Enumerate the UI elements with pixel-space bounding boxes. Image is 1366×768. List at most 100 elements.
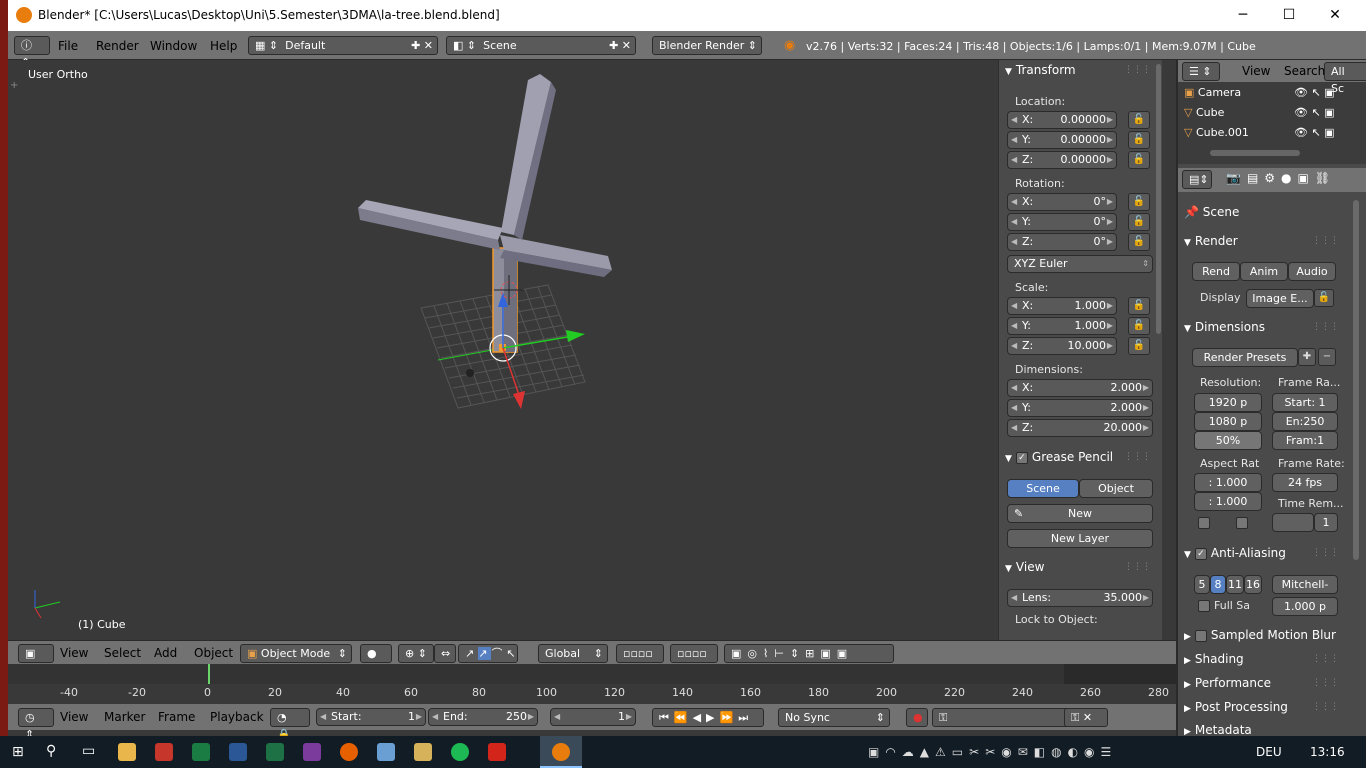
lock-icon[interactable]: 🔓 [1128, 337, 1150, 355]
aa-samples-5[interactable]: 5 [1194, 575, 1210, 594]
outliner-search-menu[interactable]: Search [1284, 64, 1325, 78]
shading-header[interactable]: ▶ Shading ⋮⋮⋮ [1184, 649, 1339, 669]
timeline-frame-menu[interactable]: Frame [158, 710, 195, 724]
add-preset-icon[interactable]: ✚ [1298, 348, 1316, 366]
blender-taskbar-icon[interactable] [540, 736, 582, 768]
timeline-marker-menu[interactable]: Marker [104, 710, 145, 724]
viewport-type-icon[interactable]: ▣ ⇕ [18, 644, 54, 677]
location-x-field[interactable]: ◀ X: 0.00000 ▶ [1007, 111, 1117, 129]
start-frame-field[interactable]: ◀ Start: 1 ▶ [316, 708, 426, 726]
layers-grid-2[interactable]: ▫▫▫▫ [670, 644, 718, 663]
dimensions-y-field[interactable]: ◀ Y: 2.000 ▶ [1007, 399, 1153, 417]
location-y-field[interactable]: ◀ Y: 0.00000 ▶ [1007, 131, 1117, 149]
outliner-item-cube[interactable]: ▽ Cube 👁 ↖ ▣ [1184, 103, 1364, 123]
firefox-icon[interactable] [340, 743, 358, 761]
language-indicator[interactable]: DEU [1256, 745, 1282, 759]
menu-file[interactable]: File [58, 39, 78, 53]
aa-samples-8[interactable]: 8 [1210, 575, 1226, 594]
onenote-icon[interactable] [303, 743, 321, 761]
start-icon[interactable]: ⊞ [12, 744, 24, 760]
lock-icon[interactable]: 🔓 [1128, 131, 1150, 149]
3d-viewport[interactable]: User Ortho + (1) Cube [8, 60, 998, 640]
time-remap-old-field[interactable] [1272, 513, 1314, 532]
mode-select[interactable]: ▣ Object Mode ⇕ [240, 644, 352, 663]
grease-pencil-header[interactable]: ▼ ✓ Grease Pencil ⋮⋮⋮ [999, 447, 1162, 469]
anti-aliasing-section-header[interactable]: ▼ ✓ Anti-Aliasing ⋮⋮⋮ [1184, 543, 1339, 563]
outliner-item-cube001[interactable]: ▽ Cube.001 👁 ↖ ▣ [1184, 123, 1364, 143]
layers-grid-1[interactable]: ▫▫▫▫ [616, 644, 664, 663]
crop-checkbox[interactable] [1236, 517, 1248, 529]
app-icon[interactable] [414, 743, 432, 761]
location-z-field[interactable]: ◀ Z: 0.00000 ▶ [1007, 151, 1117, 169]
render-engine-select[interactable]: Blender Render ⇕ [652, 36, 762, 55]
lock-icon[interactable]: 🔓 [1128, 317, 1150, 335]
rotation-z-field[interactable]: ◀ Z: 0° ▶ [1007, 233, 1117, 251]
viewport-select-menu[interactable]: Select [104, 646, 141, 660]
properties-scrollbar[interactable] [1353, 200, 1359, 560]
lock-icon[interactable]: 🔓 [1128, 213, 1150, 231]
frame-step-field[interactable]: Fram:1 [1272, 431, 1338, 450]
frame-end-field[interactable]: En:250 [1272, 412, 1338, 431]
resolution-x-field[interactable]: 1920 p [1194, 393, 1262, 412]
keying-set-field[interactable]: ⚿ [932, 708, 1072, 727]
layout-select[interactable]: ▦ ⇕ Default ✚ ✕ [248, 36, 438, 55]
editor-type-icon[interactable]: ⓘ ⇕ [14, 36, 50, 69]
aa-filter-select[interactable]: Mitchell- [1272, 575, 1338, 594]
lens-field[interactable]: ◀ Lens: 35.000 ▶ [1007, 589, 1153, 607]
timeline-view-menu[interactable]: View [60, 710, 88, 724]
orientation-select[interactable]: Global ⇕ [538, 644, 608, 663]
lock-icon[interactable]: 🔓 [1128, 297, 1150, 315]
scene-select[interactable]: ◧ ⇕ Scene ✚ ✕ [446, 36, 636, 55]
system-tray-icons[interactable]: ▣◠☁▲⚠▭✂✂◉✉◧◍◐◉☰ [868, 745, 1117, 759]
shading-select[interactable]: ● ⇕ [360, 644, 392, 677]
spotify-icon[interactable] [451, 743, 469, 761]
viewport-add-menu[interactable]: Add [154, 646, 177, 660]
playback-controls[interactable]: ⏮⏪◀▶⏩⏭ [652, 708, 764, 727]
lock-icon[interactable]: 🔓 [1128, 111, 1150, 129]
scale-x-field[interactable]: ◀ X: 1.000 ▶ [1007, 297, 1117, 315]
aa-filter-size-field[interactable]: 1.000 p [1272, 597, 1338, 616]
manipulator-types[interactable]: ↗↗⌒↖ [458, 644, 518, 663]
post-processing-header[interactable]: ▶ Post Processing ⋮⋮⋮ [1184, 697, 1339, 717]
acrobat-icon[interactable] [488, 743, 506, 761]
full-sample-checkbox[interactable]: Full Sa [1198, 599, 1250, 612]
dimensions-section-header[interactable]: ▼ Dimensions ⋮⋮⋮ [1184, 317, 1339, 337]
viewport-view-menu[interactable]: View [60, 646, 88, 660]
scale-y-field[interactable]: ◀ Y: 1.000 ▶ [1007, 317, 1117, 335]
outliner-view-menu[interactable]: View [1242, 64, 1270, 78]
resolution-percentage-field[interactable]: 50% [1194, 431, 1262, 450]
publisher-icon[interactable] [192, 743, 210, 761]
timeline-area[interactable]: -40 -20 0 20 40 60 80 100 120 140 160 18… [8, 664, 1176, 704]
menu-render[interactable]: Render [96, 39, 139, 53]
lock-icon[interactable]: 🔓 [1128, 193, 1150, 211]
outliner-filter-select[interactable]: All Sc [1324, 62, 1366, 95]
rotation-y-field[interactable]: ◀ Y: 0° ▶ [1007, 213, 1117, 231]
snap-tools[interactable]: ▣◎⌇⊢⇕⊞▣▣ [724, 644, 894, 663]
task-view-icon[interactable]: ▭ [82, 743, 95, 759]
dimensions-x-field[interactable]: ◀ X: 2.000 ▶ [1007, 379, 1153, 397]
aspect-x-field[interactable]: : 1.000 [1194, 473, 1262, 492]
shelf-scrollbar[interactable] [1156, 64, 1161, 334]
grease-scene-tab[interactable]: Scene [1007, 479, 1079, 498]
resolution-y-field[interactable]: 1080 p [1194, 412, 1262, 431]
context-tab-icons[interactable]: 📷▤⚙●▣⛓ [1226, 171, 1336, 185]
search-icon[interactable]: ⚲ [46, 743, 56, 759]
performance-header[interactable]: ▶ Performance ⋮⋮⋮ [1184, 673, 1339, 693]
menu-window[interactable]: Window [150, 39, 197, 53]
excel-icon[interactable] [266, 743, 284, 761]
clock[interactable]: 13:16 [1310, 745, 1345, 759]
close-button[interactable]: ✕ [1312, 0, 1358, 31]
scale-z-field[interactable]: ◀ Z: 10.000 ▶ [1007, 337, 1117, 355]
end-frame-field[interactable]: ◀ End: 250 ▶ [428, 708, 538, 726]
timeline-type-icon[interactable]: ◷ ⇕ [18, 708, 54, 736]
remove-preset-icon[interactable]: − [1318, 348, 1336, 366]
manipulator-toggle-icon[interactable]: ⇔ [434, 644, 456, 663]
render-anim-button[interactable]: Anim [1240, 262, 1288, 281]
timeline-playback-menu[interactable]: Playback [210, 710, 264, 724]
file-explorer-icon[interactable] [118, 743, 136, 761]
current-frame-field[interactable]: ◀ 1 ▶ [550, 708, 636, 726]
new-layer-button[interactable]: New Layer [1007, 529, 1153, 548]
app-icon[interactable] [377, 743, 395, 761]
outliner-item-camera[interactable]: ▣ Camera 👁 ↖ ▣ [1184, 83, 1364, 103]
word-icon[interactable] [229, 743, 247, 761]
